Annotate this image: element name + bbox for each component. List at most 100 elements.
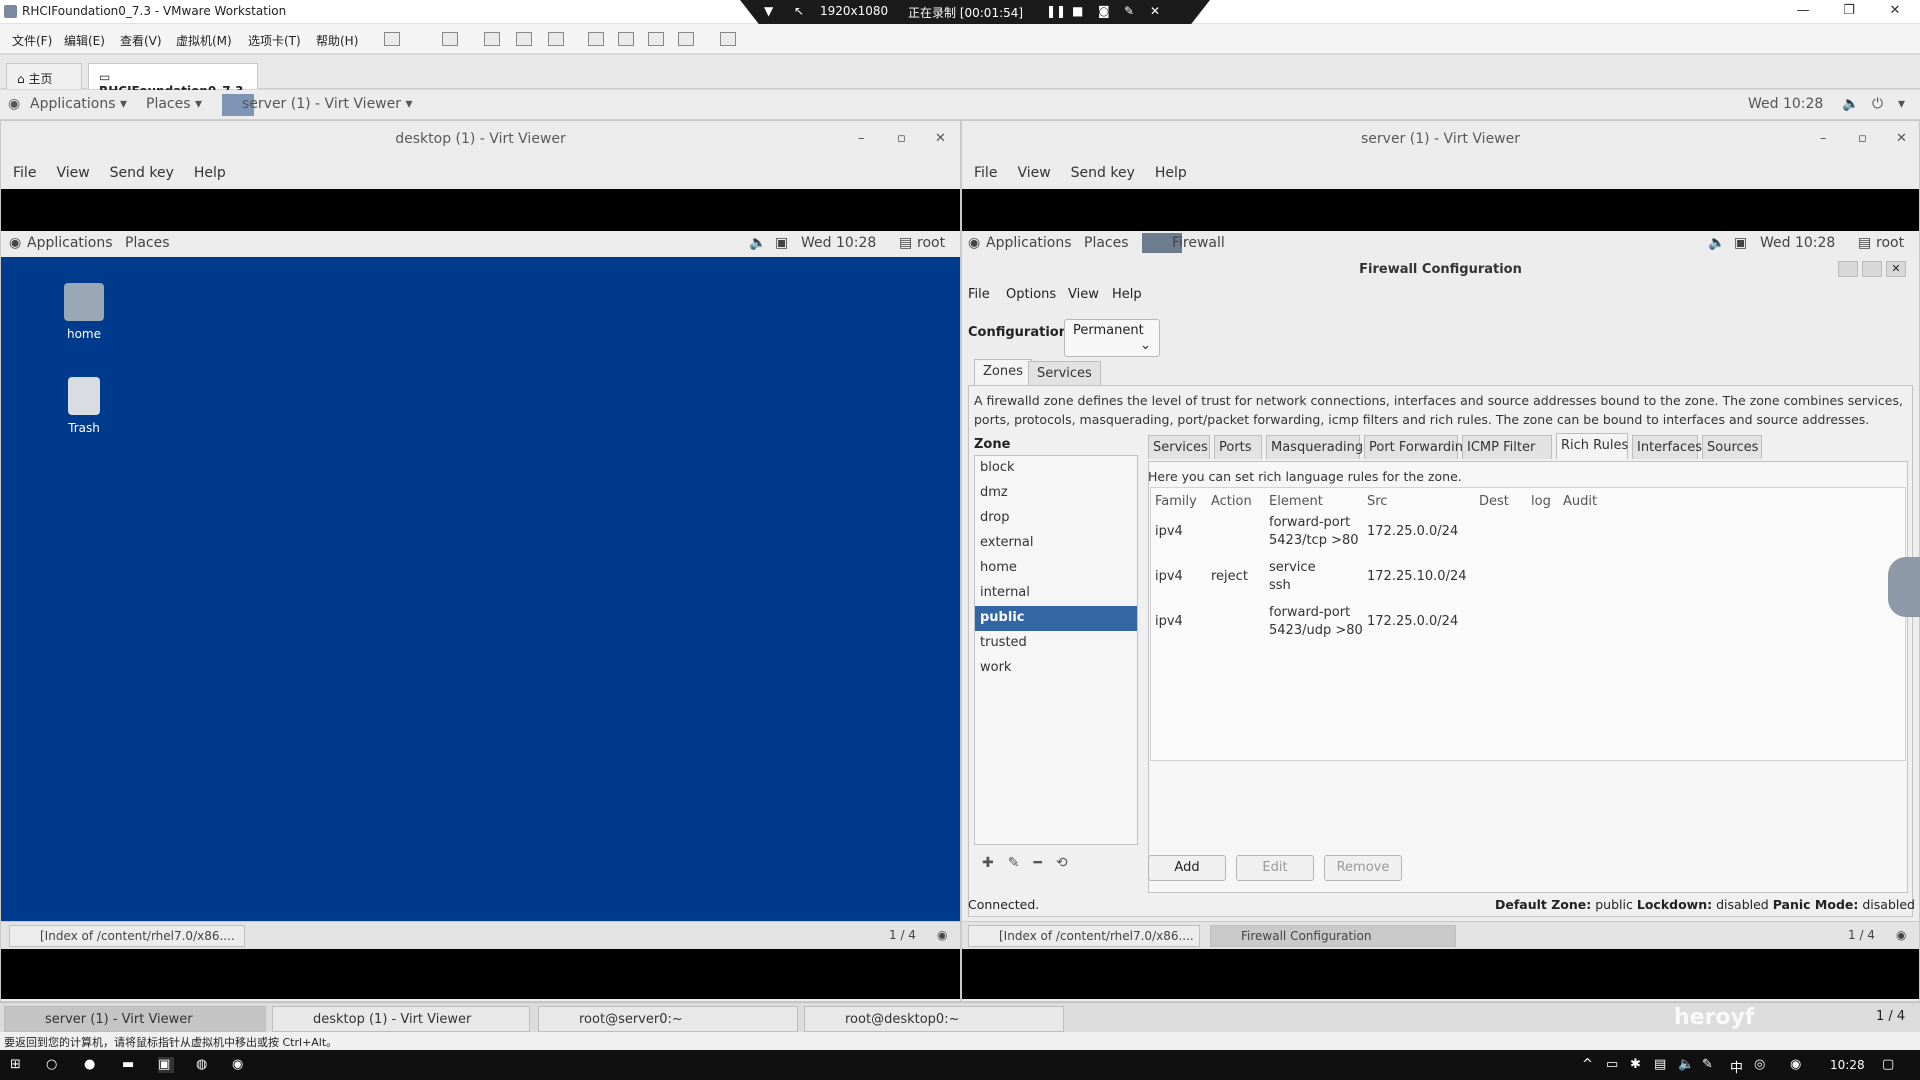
notification-icon[interactable]: ◉ <box>1896 928 1906 942</box>
menu-help[interactable]: Help <box>194 165 226 181</box>
zone-item-drop[interactable]: drop <box>975 506 1137 531</box>
unity-icon[interactable] <box>648 32 664 46</box>
column-header-src[interactable]: Src <box>1367 494 1387 509</box>
column-header-action[interactable]: Action <box>1211 494 1252 509</box>
volume-icon[interactable]: 🔈 <box>749 235 766 251</box>
tray-network-icon[interactable]: ▤ <box>1654 1057 1670 1073</box>
power-icon[interactable]: ⏻ <box>1872 96 1883 112</box>
close-icon[interactable]: ✕ <box>1896 121 1907 157</box>
tray-bluetooth-icon[interactable]: ✱ <box>1630 1057 1646 1073</box>
edit-zone-icon[interactable]: ✎ <box>1008 855 1020 871</box>
console-view-icon[interactable] <box>678 32 694 46</box>
pen-icon[interactable]: ✎ <box>1124 4 1134 18</box>
search-icon[interactable]: ○ <box>46 1057 62 1073</box>
active-window-menu[interactable]: server (1) - Virt Viewer ▾ <box>242 96 412 112</box>
menu-help[interactable]: 帮助(H) <box>316 32 358 49</box>
zone-item-internal[interactable]: internal <box>975 581 1137 606</box>
workspace-pager[interactable]: 1 / 4 <box>889 928 916 942</box>
workspace-pager[interactable]: 1 / 4 <box>1876 1009 1905 1024</box>
column-header-family[interactable]: Family <box>1155 494 1197 509</box>
tab-zones[interactable]: Zones <box>974 359 1032 385</box>
recorder-app-icon[interactable]: ◉ <box>232 1057 248 1073</box>
column-header-dest[interactable]: Dest <box>1479 494 1509 509</box>
add-button[interactable]: Add <box>1148 855 1226 881</box>
task-item-browser[interactable]: [Index of /content/rhel7.0/x86.... <box>968 925 1200 947</box>
close-icon[interactable]: ✕ <box>1886 261 1906 277</box>
task-item-firewall[interactable]: Firewall Configuration <box>1210 925 1456 947</box>
close-icon[interactable]: ✕ <box>1880 3 1910 18</box>
zone-item-public[interactable]: public <box>975 606 1137 631</box>
maximize-icon[interactable]: ▫ <box>1858 121 1867 157</box>
task-server-viewer[interactable]: server (1) - Virt Viewer <box>4 1006 266 1032</box>
send-keys-icon[interactable] <box>442 32 458 46</box>
menu-view[interactable]: 查看(V) <box>120 32 162 49</box>
menu-file[interactable]: File <box>968 287 990 302</box>
zone-tab-rich-rules[interactable]: Rich Rules <box>1556 433 1628 459</box>
load-defaults-icon[interactable]: ⟲ <box>1056 855 1068 871</box>
power-menu-chevron-icon[interactable]: ▾ <box>1898 96 1905 112</box>
tray-app-icon[interactable]: ◎ <box>1754 1057 1770 1073</box>
revert-snapshot-icon[interactable] <box>516 32 532 46</box>
user-menu[interactable]: root <box>917 235 945 251</box>
action-center-icon[interactable]: ▢ <box>1882 1057 1898 1073</box>
tray-ime-icon[interactable]: 中 <box>1730 1057 1746 1076</box>
camera-icon[interactable]: ◙ <box>1098 4 1110 18</box>
minimize-icon[interactable]: — <box>1788 3 1818 18</box>
menu-help[interactable]: Help <box>1112 287 1142 302</box>
menu-help[interactable]: Help <box>1155 165 1187 181</box>
minimize-icon[interactable]: – <box>1820 121 1827 157</box>
zone-item-work[interactable]: work <box>975 656 1137 681</box>
task-desktop-viewer[interactable]: desktop (1) - Virt Viewer <box>272 1006 530 1032</box>
volume-icon[interactable]: 🔈 <box>1842 96 1859 112</box>
remove-button[interactable]: Remove <box>1324 855 1402 881</box>
desktop-icon-trash[interactable]: Trash <box>49 377 119 435</box>
menu-file[interactable]: File <box>974 165 997 181</box>
column-header-element[interactable]: Element <box>1269 494 1323 509</box>
menu-edit[interactable]: 编辑(E) <box>64 32 105 49</box>
zone-tab-interfaces[interactable]: Interfaces <box>1632 435 1702 459</box>
active-app-menu[interactable]: Firewall <box>1172 235 1225 251</box>
minimize-icon[interactable] <box>1838 261 1858 277</box>
menu-vm[interactable]: 虚拟机(M) <box>176 32 232 49</box>
volume-icon[interactable]: 🔈 <box>1708 235 1725 251</box>
add-zone-icon[interactable]: ✚ <box>982 855 994 871</box>
file-explorer-icon[interactable]: ▬ <box>122 1057 138 1073</box>
column-header-audit[interactable]: Audit <box>1563 494 1597 509</box>
stop-record-icon[interactable]: ■ <box>1072 4 1083 18</box>
tray-app-icon-2[interactable]: ◉ <box>1790 1057 1806 1073</box>
close-icon[interactable]: ✕ <box>935 121 946 157</box>
outer-clock[interactable]: Wed 10:28 <box>1748 96 1823 112</box>
menu-tabs[interactable]: 选项卡(T) <box>248 32 301 49</box>
menu-send-key[interactable]: Send key <box>110 165 174 181</box>
task-terminal-server[interactable]: root@server0:~ <box>538 1006 798 1032</box>
tray-chevron-icon[interactable]: ^ <box>1582 1057 1598 1073</box>
zone-item-home[interactable]: home <box>975 556 1137 581</box>
menu-options[interactable]: Options <box>1006 287 1056 302</box>
column-header-log[interactable]: log <box>1531 494 1551 509</box>
browser-icon[interactable]: ● <box>84 1057 100 1073</box>
user-menu[interactable]: root <box>1876 235 1904 251</box>
menu-view[interactable]: View <box>56 165 89 181</box>
pause-record-icon[interactable]: ❚❚ <box>1046 4 1066 18</box>
menu-view[interactable]: View <box>1068 287 1099 302</box>
places-menu[interactable]: Places ▾ <box>146 96 202 112</box>
tab-home[interactable]: ⌂ 主页 ✕ <box>6 63 82 101</box>
zone-item-trusted[interactable]: trusted <box>975 631 1137 656</box>
places-menu[interactable]: Places <box>1084 235 1129 251</box>
pause-icon[interactable] <box>384 32 400 46</box>
menu-file[interactable]: 文件(F) <box>12 32 52 49</box>
tray-battery-icon[interactable]: ▭ <box>1606 1057 1622 1073</box>
task-item-browser[interactable]: [Index of /content/rhel7.0/x86.... <box>9 925 245 947</box>
places-menu[interactable]: Places <box>125 235 170 251</box>
desktop-icon-home[interactable]: home <box>49 283 119 341</box>
remove-zone-icon[interactable]: ━ <box>1033 855 1041 871</box>
zone-item-external[interactable]: external <box>975 531 1137 556</box>
close-record-icon[interactable]: ✕ <box>1150 4 1160 18</box>
tray-volume-icon[interactable]: 🔈 <box>1678 1057 1694 1073</box>
windows-start-icon[interactable]: ⊞ <box>10 1057 26 1073</box>
applications-menu[interactable]: Applications <box>986 235 1072 251</box>
zone-tab-masquerading[interactable]: Masquerading <box>1266 435 1363 459</box>
network-icon[interactable]: ▣ <box>1734 235 1747 251</box>
menu-file[interactable]: File <box>13 165 36 181</box>
edit-button[interactable]: Edit <box>1236 855 1314 881</box>
